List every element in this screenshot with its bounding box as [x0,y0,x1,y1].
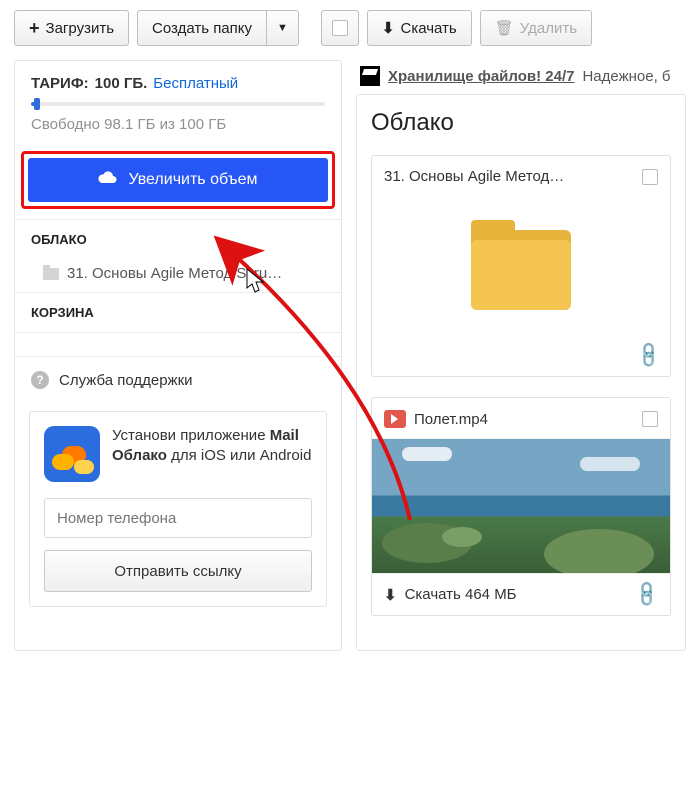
cloud-section-header: ОБЛАКО [15,219,341,259]
tariff-plan-link[interactable]: Бесплатный [153,75,238,92]
download-icon: ⬇ [384,586,397,604]
phone-input[interactable] [44,498,312,538]
checkbox-icon [332,20,348,36]
shared-link-icon[interactable]: 🔗 [633,340,664,371]
create-folder-dropdown[interactable]: ▼ [266,10,299,46]
cloud-icon [98,171,118,190]
download-label: Скачать [400,20,456,37]
page-title: Облако [371,109,671,137]
tariff-label: ТАРИФ: [31,75,89,92]
delete-button[interactable]: 🗑 Удалить [480,10,592,46]
video-download-label[interactable]: Скачать 464 МБ [405,586,517,603]
banner-link[interactable]: Хранилище файлов! 24/7 [388,68,574,85]
send-link-button[interactable]: Отправить ссылку [44,550,312,592]
upgrade-highlight: Увеличить объем [21,151,335,209]
caret-down-icon: ▼ [277,22,288,34]
help-icon: ? [31,371,49,389]
folder-card-name: 31. Основы Agile Метод… [384,168,634,185]
video-card-checkbox[interactable] [642,411,658,427]
video-thumbnail [372,438,670,574]
select-all-checkbox-button[interactable] [321,10,359,46]
app-icon [44,426,100,482]
banner-tail: Надежное, б [582,68,670,85]
upload-button[interactable]: + Загрузить [14,10,129,46]
increase-storage-button[interactable]: Увеличить объем [28,158,328,202]
tariff-value: 100 ГБ. [95,75,148,92]
video-icon [384,410,406,428]
folder-large-icon [471,230,571,310]
delete-label: Удалить [520,20,577,37]
storage-progress [31,102,325,106]
download-button[interactable]: ⬇ Скачать [367,10,472,46]
folder-card-checkbox[interactable] [642,169,658,185]
folder-card[interactable]: 31. Основы Agile Метод… 🔗 [371,155,671,377]
main-content: Хранилище файлов! 24/7 Надежное, б Облак… [356,60,686,651]
support-link[interactable]: ? Служба поддержки [15,356,341,403]
create-folder-label: Создать папку [152,20,252,37]
folder-preview [372,195,670,345]
ad-banner[interactable]: Хранилище файлов! 24/7 Надежное, б [356,60,686,94]
increase-storage-label: Увеличить объем [128,171,257,189]
folder-icon [43,268,59,280]
sidebar: ТАРИФ: 100 ГБ. Бесплатный Свободно 98.1 … [14,60,342,651]
video-card[interactable]: Полет.mp4 ⬇ Скачать 464 МБ 🔗 [371,397,671,616]
storage-progress-knob [34,98,40,110]
download-icon: ⬇ [382,19,395,37]
create-folder-button[interactable]: Создать папку [137,10,266,46]
sidebar-folder-item[interactable]: 31. Основы Agile Метод Scru… [15,259,341,292]
storage-free-text: Свободно 98.1 ГБ из 100 ГБ [31,116,325,133]
banner-icon [360,66,380,86]
tariff-block: ТАРИФ: 100 ГБ. Бесплатный Свободно 98.1 … [15,61,341,141]
shared-link-icon[interactable]: 🔗 [631,579,662,610]
sidebar-folder-label: 31. Основы Agile Метод Scru… [67,265,282,282]
video-card-name: Полет.mp4 [414,411,634,428]
mobile-app-promo: Установи приложение Mail Облако для iOS … [29,411,327,607]
trash-section-header[interactable]: КОРЗИНА [15,292,341,332]
promo-text: Установи приложение Mail Облако для iOS … [112,426,312,482]
trash-icon: 🗑 [495,19,514,37]
create-folder-split: Создать папку ▼ [137,10,299,46]
support-label: Служба поддержки [59,372,193,389]
upload-label: Загрузить [46,20,115,37]
